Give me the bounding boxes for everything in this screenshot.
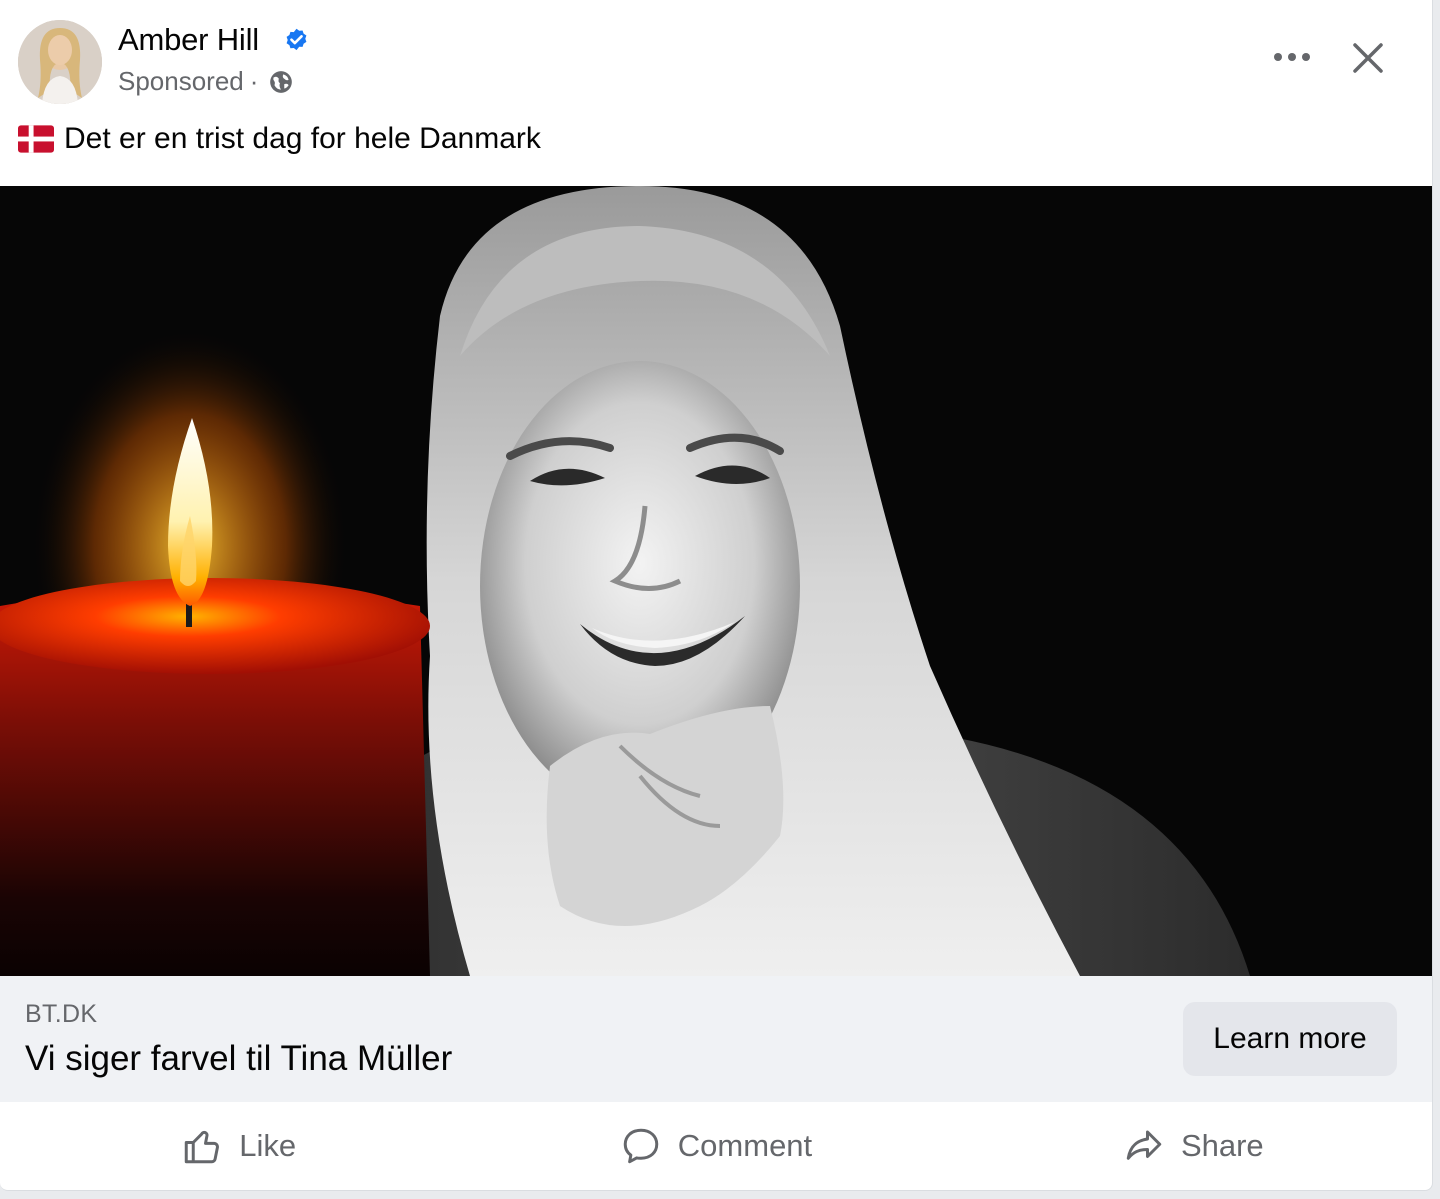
learn-more-button[interactable]: Learn more bbox=[1183, 1002, 1397, 1076]
portrait-with-candle-image bbox=[0, 186, 1432, 976]
post-caption: Det er en trist dag for hele Danmark bbox=[18, 122, 541, 156]
post-image[interactable] bbox=[0, 186, 1432, 976]
close-icon bbox=[1353, 43, 1383, 73]
post-actions: Like Comment Share bbox=[0, 1102, 1432, 1190]
thumbs-up-icon bbox=[184, 1130, 220, 1164]
post-meta: Sponsored · bbox=[118, 66, 294, 97]
like-button[interactable]: Like bbox=[0, 1108, 477, 1184]
link-domain: BT.DK bbox=[25, 1000, 98, 1028]
meta-separator: · bbox=[249, 66, 259, 96]
denmark-flag-icon bbox=[18, 125, 54, 153]
author-name[interactable]: Amber Hill bbox=[118, 22, 259, 58]
sponsored-label[interactable]: Sponsored bbox=[118, 66, 244, 97]
comment-label: Comment bbox=[677, 1128, 813, 1163]
post-header: Amber Hill Sponsored · bbox=[0, 0, 1432, 112]
author-avatar[interactable] bbox=[18, 20, 102, 104]
hide-post-button[interactable] bbox=[1342, 32, 1394, 84]
sponsored-post: Amber Hill Sponsored · Det er en trist d… bbox=[0, 0, 1433, 1191]
more-horizontal-icon bbox=[1274, 53, 1310, 61]
avatar-photo bbox=[18, 20, 102, 104]
globe-icon bbox=[270, 70, 293, 93]
share-label: Share bbox=[1180, 1128, 1264, 1163]
link-preview[interactable]: BT.DK Vi siger farvel til Tina Müller Le… bbox=[0, 976, 1432, 1102]
more-options-button[interactable] bbox=[1266, 34, 1318, 80]
caption-text: Det er en trist dag for hele Danmark bbox=[64, 122, 541, 155]
share-button[interactable]: Share bbox=[955, 1108, 1432, 1184]
comment-button[interactable]: Comment bbox=[477, 1108, 954, 1184]
like-label: Like bbox=[239, 1128, 297, 1163]
share-icon bbox=[1126, 1130, 1162, 1160]
comment-icon bbox=[623, 1128, 659, 1164]
verified-badge-icon bbox=[286, 28, 307, 51]
link-headline[interactable]: Vi siger farvel til Tina Müller bbox=[25, 1039, 452, 1079]
